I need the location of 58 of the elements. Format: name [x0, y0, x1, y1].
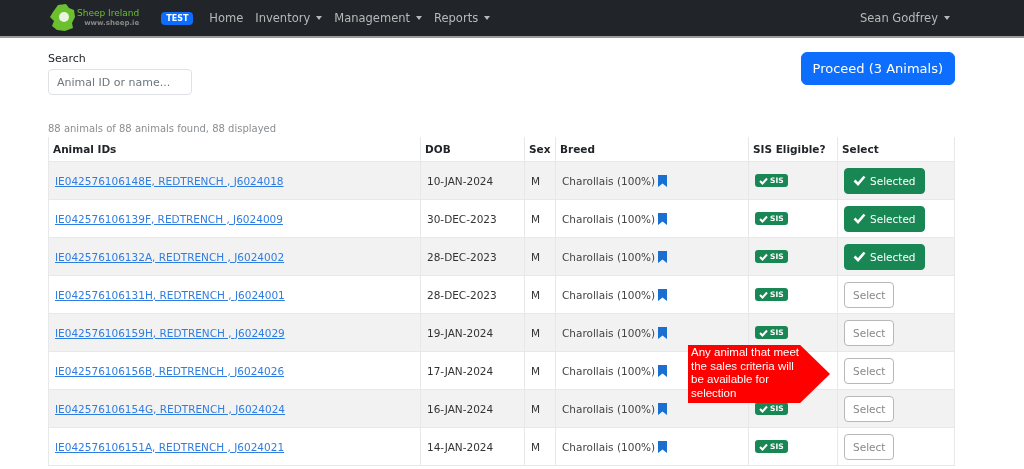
- column-header: Sex: [524, 137, 556, 162]
- bookmark-icon: [658, 440, 668, 453]
- bookmark-icon: [658, 364, 668, 377]
- table-cell: 17-JAN-2024: [420, 351, 525, 390]
- table-cell: M: [524, 199, 556, 238]
- nav-link[interactable]: Inventory: [255, 11, 323, 25]
- column-header: Select: [837, 137, 955, 162]
- bookmark-icon: [658, 212, 668, 225]
- table-cell: 16-JAN-2024: [420, 389, 525, 428]
- bookmark-icon: [658, 288, 668, 301]
- check-icon: [853, 251, 866, 262]
- select-button[interactable]: Selected: [844, 205, 925, 232]
- select-button[interactable]: Select: [844, 281, 895, 308]
- user-menu[interactable]: Sean Godfrey: [859, 11, 950, 25]
- column-header: Breed: [555, 137, 749, 162]
- breed-text: Charollais (100%): [562, 326, 656, 339]
- column-header: SIS Eligible?: [748, 137, 838, 162]
- search-label: Search: [48, 52, 87, 65]
- column-header: DOB: [420, 137, 525, 162]
- bookmark-icon: [658, 250, 668, 263]
- breed-text: Charollais (100%): [562, 250, 656, 263]
- environment-badge: TEST: [161, 11, 194, 25]
- check-icon: [853, 213, 866, 224]
- table-cell: 19-JAN-2024: [420, 313, 525, 352]
- table-cell: 10-JAN-2024: [420, 161, 525, 200]
- nav-link[interactable]: Management: [334, 11, 422, 25]
- breed-text: Charollais (100%): [562, 212, 656, 225]
- select-button[interactable]: Selected: [844, 243, 925, 270]
- breed-text: Charollais (100%): [562, 288, 656, 301]
- table-cell: M: [524, 427, 556, 466]
- nav-link[interactable]: Reports: [434, 11, 491, 25]
- logo-name: Sheep Ireland: [77, 9, 140, 18]
- bookmark-icon: [658, 174, 668, 187]
- breed-text: Charollais (100%): [562, 364, 656, 377]
- bookmark-icon: [658, 326, 668, 339]
- table-cell: 30-DEC-2023: [420, 199, 525, 238]
- breed-text: Charollais (100%): [562, 402, 656, 415]
- select-button[interactable]: Select: [844, 395, 895, 422]
- nav-link[interactable]: Home: [209, 11, 244, 25]
- select-button[interactable]: Select: [844, 319, 895, 346]
- map-logo-icon: [50, 4, 76, 32]
- breed-text: Charollais (100%): [562, 174, 656, 187]
- table-cell: 14-JAN-2024: [420, 427, 525, 466]
- callout-annotation: Any animal that meet the sales criteria will be available for selection: [688, 345, 830, 403]
- proceed-button[interactable]: Proceed (3 Animals): [800, 52, 955, 85]
- search-field[interactable]: Animal ID or name...: [48, 69, 192, 95]
- table-cell: 28-DEC-2023: [420, 237, 525, 276]
- table-cell: 28-DEC-2023: [420, 275, 525, 314]
- select-button[interactable]: Select: [844, 357, 895, 384]
- bookmark-icon: [658, 402, 668, 415]
- check-icon: [853, 175, 866, 186]
- results-summary: 88 animals of 88 animals found, 88 displayed: [48, 123, 278, 134]
- select-button[interactable]: Selected: [844, 167, 925, 194]
- table-cell: M: [524, 275, 556, 314]
- select-button[interactable]: Select: [844, 433, 895, 460]
- column-header: Animal IDs: [48, 137, 421, 162]
- breed-text: Charollais (100%): [562, 440, 656, 453]
- table-cell: M: [524, 351, 556, 390]
